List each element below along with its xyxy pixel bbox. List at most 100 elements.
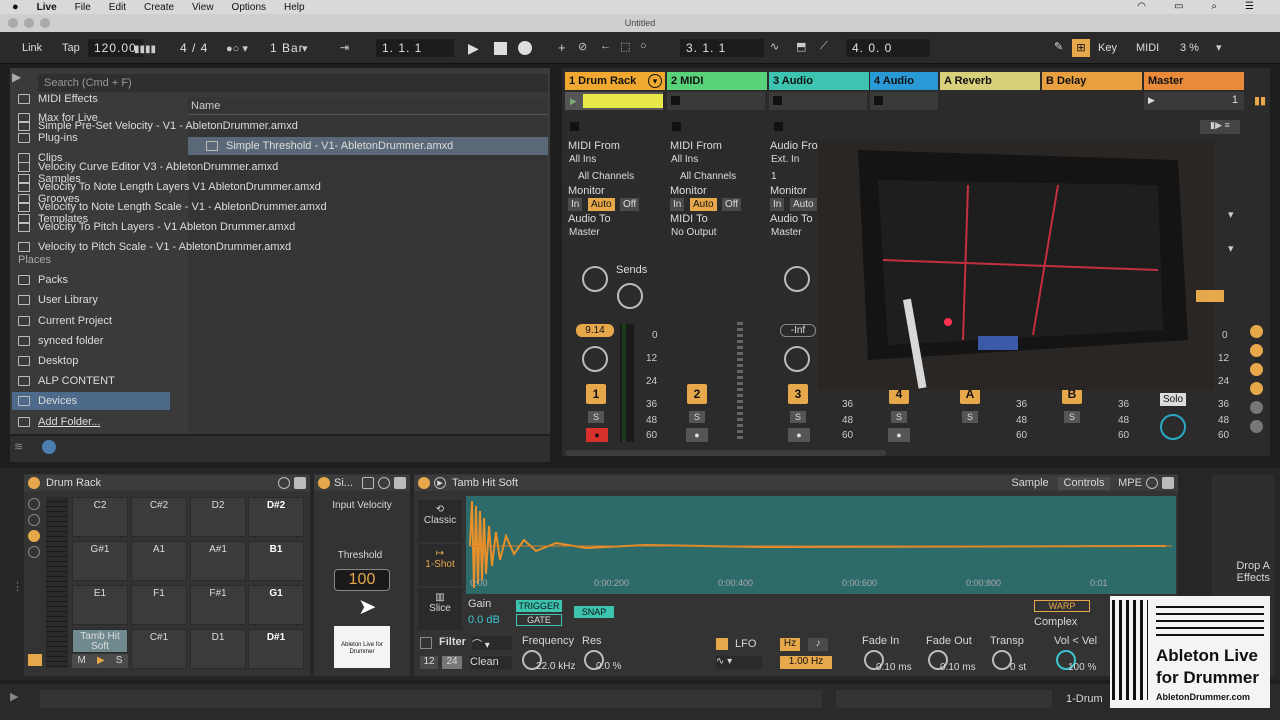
filter-24-button[interactable]: 24: [442, 656, 462, 669]
chain-toggle-icon[interactable]: [28, 514, 40, 526]
clip-slot[interactable]: [769, 92, 867, 110]
file-item[interactable]: Simple Pre-Set Velocity - V1 - AbletonDr…: [18, 117, 298, 135]
clip-stop-icon[interactable]: [874, 96, 883, 105]
file-item-selected[interactable]: Simple Threshold - V1- AbletonDrummer.am…: [188, 137, 548, 155]
audio-from-select[interactable]: Ext. In: [768, 153, 818, 166]
volume-value-3[interactable]: -Inf: [780, 324, 816, 337]
file-item[interactable]: Velocity to Note Length Scale - V1 - Abl…: [18, 198, 327, 216]
follow-icon[interactable]: ⇥: [340, 41, 349, 54]
place-desktop[interactable]: Desktop: [18, 352, 78, 370]
link-button[interactable]: Link: [16, 39, 48, 57]
solo-master-button[interactable]: Solo: [1160, 393, 1186, 406]
hot-swap-icon[interactable]: [378, 477, 390, 489]
minimize-icon[interactable]: [24, 18, 34, 28]
arm-button[interactable]: ●: [586, 428, 608, 442]
chevron-down-icon[interactable]: ▾: [1216, 41, 1222, 54]
track-header-master[interactable]: Master: [1144, 72, 1244, 90]
song-position-field[interactable]: 1. 1. 1: [376, 39, 454, 57]
track-activator-1[interactable]: 1: [586, 384, 606, 404]
midi-channel-select[interactable]: All Channels: [668, 170, 764, 183]
metronome-bars-icon[interactable]: ▮▮▮▮: [134, 44, 156, 55]
capture-icon[interactable]: ⬚: [620, 40, 630, 53]
tap-button[interactable]: Tap: [56, 39, 86, 57]
browser-search-input[interactable]: Search (Cmd + F): [38, 74, 548, 92]
pan-knob[interactable]: [582, 346, 608, 372]
monitor-auto-button[interactable]: Auto: [790, 198, 817, 211]
waveform-display[interactable]: [466, 496, 1176, 594]
file-item[interactable]: Velocity Curve Editor V3 - AbletonDrumme…: [18, 158, 278, 176]
filter-12-button[interactable]: 12: [420, 656, 438, 669]
send-a-knob[interactable]: [582, 266, 608, 292]
name-column-header[interactable]: Name: [191, 100, 220, 112]
chain-expand-icon[interactable]: [28, 654, 42, 666]
filter-type-select[interactable]: ⌒ ▾: [472, 636, 512, 651]
info-toggle-icon[interactable]: ▶: [10, 690, 18, 703]
track-header-b-delay[interactable]: B Delay: [1042, 72, 1142, 90]
place-user-library[interactable]: User Library: [18, 291, 98, 309]
close-icon[interactable]: [8, 18, 18, 28]
place-packs[interactable]: Packs: [18, 271, 68, 289]
device-edit-icon[interactable]: [362, 477, 374, 489]
save-preset-icon[interactable]: [1162, 477, 1174, 489]
clip-slot[interactable]: [870, 92, 938, 110]
session-horizontal-scrollbar[interactable]: [566, 450, 886, 456]
midi-from-select[interactable]: All Ins: [668, 153, 764, 166]
monitor-off-button[interactable]: Off: [620, 198, 640, 211]
drum-pad-b1[interactable]: B1: [248, 541, 304, 581]
lfo-rate-field[interactable]: 1.00 Hz: [780, 656, 832, 669]
filter-toggle-checkbox[interactable]: [420, 637, 432, 649]
browser-toggle-icon[interactable]: ▶: [12, 70, 32, 88]
save-preset-icon[interactable]: [294, 477, 306, 489]
loop-start-field[interactable]: 3. 1. 1: [680, 39, 764, 57]
solo-button[interactable]: S: [689, 411, 705, 423]
battery-icon[interactable]: ▭: [1174, 1, 1183, 12]
volume-value-1[interactable]: 9.14: [576, 324, 614, 337]
arm-button[interactable]: ●: [788, 428, 810, 442]
drum-pad-f1[interactable]: F1: [131, 585, 187, 625]
track-activator-3[interactable]: 3: [788, 384, 808, 404]
menu-file[interactable]: File: [75, 2, 91, 13]
metronome-icon[interactable]: ●○ ▾: [226, 42, 248, 55]
zoom-icon[interactable]: [40, 18, 50, 28]
menu-list-icon[interactable]: ☰: [1245, 1, 1254, 12]
delay-toggle-icon[interactable]: [1250, 420, 1263, 433]
menu-create[interactable]: Create: [144, 2, 174, 13]
record-icon[interactable]: [518, 41, 532, 55]
file-item[interactable]: Velocity To Note Length Layers V1 Ableto…: [18, 178, 321, 196]
lfo-hz-button[interactable]: Hz: [780, 638, 800, 651]
track-header-4-audio[interactable]: 4 Audio: [870, 72, 938, 90]
mode-classic-button[interactable]: ⟲ Classic: [418, 500, 462, 542]
device-drag-handle-icon[interactable]: ⋮: [12, 580, 23, 593]
warp-button[interactable]: WARP: [1034, 600, 1090, 612]
preview-play-icon[interactable]: ▶: [434, 477, 446, 489]
drum-pad-c2[interactable]: C2: [72, 497, 128, 537]
file-item[interactable]: Velocity To Pitch Layers - V1 Ableton Dr…: [18, 218, 295, 236]
pan-knob[interactable]: [784, 346, 810, 372]
monitor-off-button[interactable]: Off: [722, 198, 742, 211]
gate-button[interactable]: GATE: [516, 614, 562, 626]
automation-arm-icon[interactable]: ⊘: [578, 40, 587, 53]
audio-to-select[interactable]: Master: [566, 226, 662, 239]
sends-toggle-icon[interactable]: [1250, 344, 1263, 357]
stop-clip-icon[interactable]: [570, 122, 579, 131]
monitor-auto-button[interactable]: Auto: [588, 198, 615, 211]
scene-launch-icon[interactable]: ▶: [1148, 95, 1155, 106]
midi-to-select[interactable]: No Output: [668, 226, 764, 239]
warp-mode-select[interactable]: Complex: [1034, 616, 1094, 629]
clip-slot[interactable]: [667, 92, 765, 110]
drum-pad-a1[interactable]: A1: [131, 541, 187, 581]
drum-pad-f#1[interactable]: F#1: [190, 585, 246, 625]
arm-button[interactable]: ●: [888, 428, 910, 442]
play-icon[interactable]: ▶: [468, 40, 479, 57]
stop-icon[interactable]: [494, 42, 507, 55]
mixer-toggle-icon[interactable]: [1250, 382, 1263, 395]
mode-slice-button[interactable]: ▥ Slice: [418, 588, 462, 630]
drum-pad-e1[interactable]: E1: [72, 585, 128, 625]
send-b-knob[interactable]: [617, 283, 643, 309]
filter-circuit-select[interactable]: Clean: [470, 656, 512, 669]
solo-button[interactable]: S: [790, 411, 806, 423]
time-signature-field[interactable]: 4 / 4: [174, 39, 214, 57]
pad-solo-button[interactable]: S: [116, 654, 123, 668]
tab-mpe[interactable]: MPE: [1116, 477, 1144, 490]
stop-clip-icon[interactable]: [774, 122, 783, 131]
